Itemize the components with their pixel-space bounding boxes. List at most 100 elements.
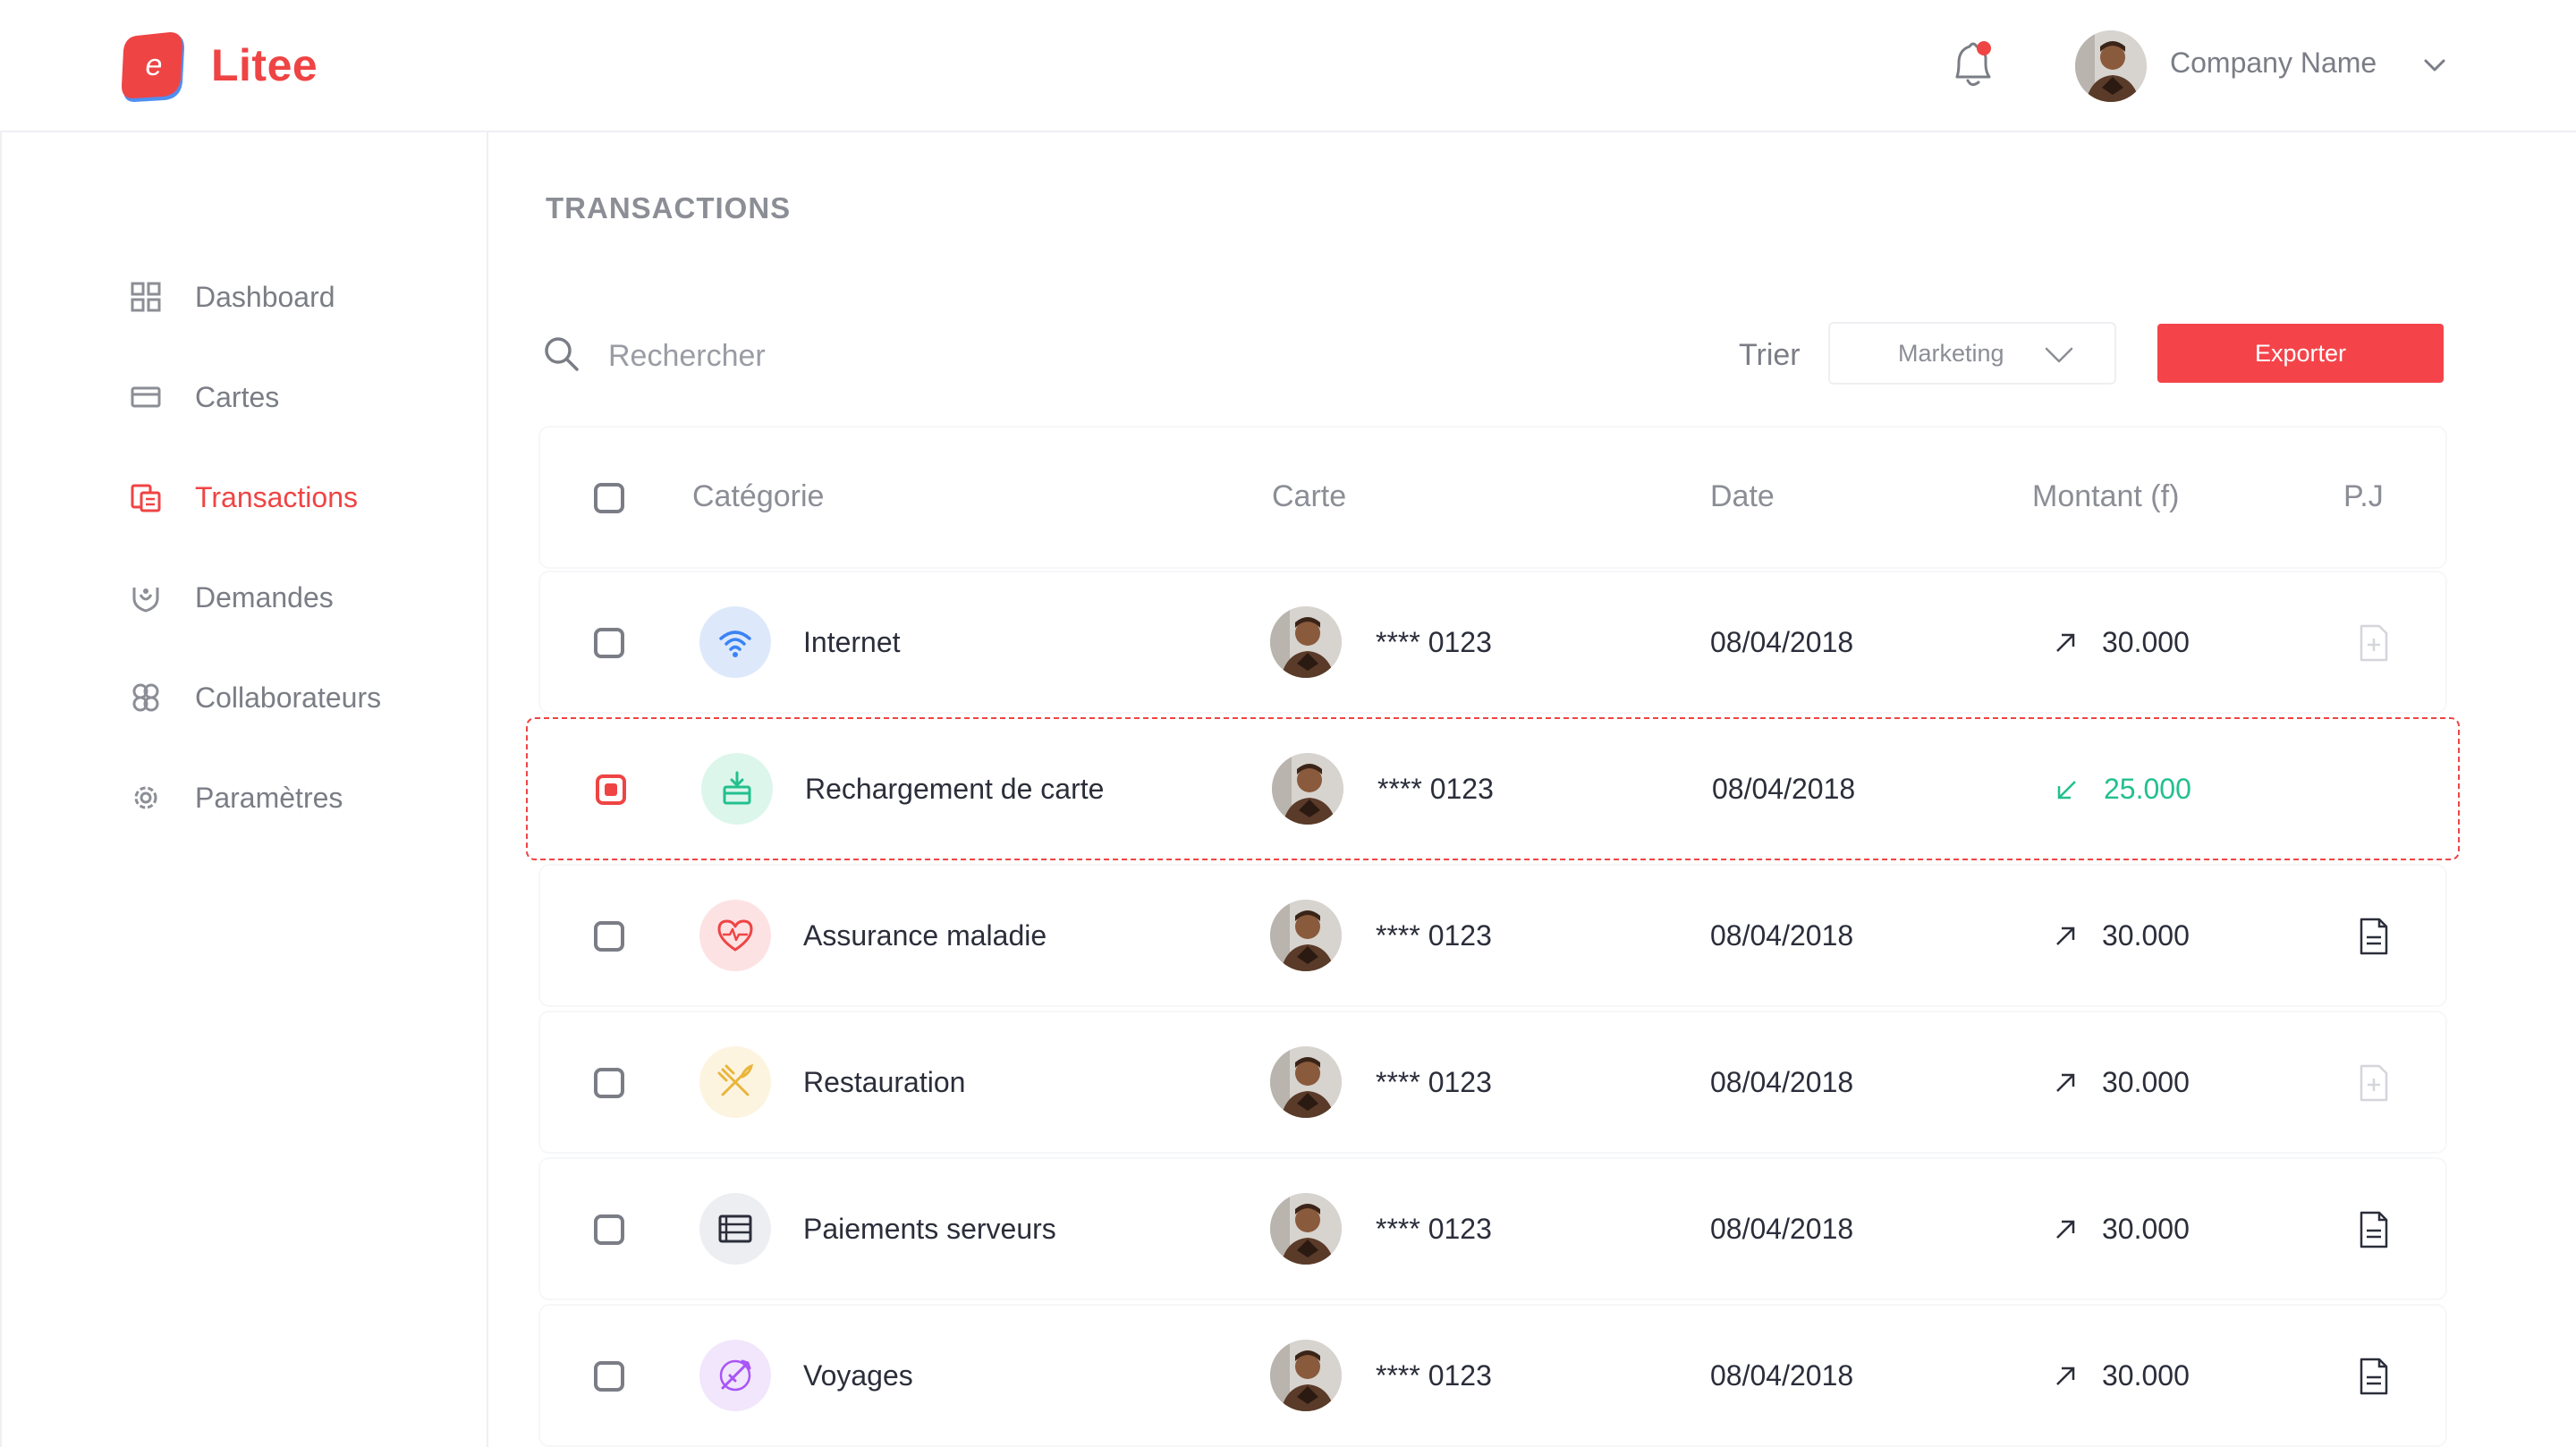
arrow-up-right-icon xyxy=(2056,1073,2075,1092)
card-holder-avatar xyxy=(1272,753,1343,825)
cutlery-icon xyxy=(699,1046,771,1118)
document-icon[interactable] xyxy=(2356,1356,2392,1397)
table-header: Catégorie Carte Date Montant (f) P.J xyxy=(540,427,2445,567)
chevron-down-icon[interactable] xyxy=(2420,52,2449,79)
transaction-date: 08/04/2018 xyxy=(1712,773,1856,805)
chevron-down-icon xyxy=(2045,347,2073,363)
wifi-icon xyxy=(699,606,771,678)
card-number: **** 0123 xyxy=(1376,1066,1492,1098)
card-holder-avatar xyxy=(1270,1046,1342,1118)
arrow-down-left-icon xyxy=(2057,781,2076,800)
amount: 30.000 xyxy=(2102,1066,2190,1098)
transaction-date: 08/04/2018 xyxy=(1710,626,1854,658)
category-label: Rechargement de carte xyxy=(805,773,1105,805)
sidebar-item-label: Paramètres xyxy=(195,781,343,814)
transaction-date: 08/04/2018 xyxy=(1710,1359,1854,1392)
sidebar-item-label: Cartes xyxy=(195,380,280,413)
card-holder-avatar xyxy=(1270,1193,1342,1265)
sidebar-item-label: Demandes xyxy=(195,580,334,613)
team-icon xyxy=(132,683,159,712)
amount: 30.000 xyxy=(2102,1213,2190,1245)
card-number: **** 0123 xyxy=(1376,1359,1492,1392)
sidebar-item-demandes[interactable]: Demandes xyxy=(129,571,334,624)
column-header-card[interactable]: Carte xyxy=(1272,479,1346,514)
card-holder-avatar xyxy=(1270,900,1342,971)
card-number: **** 0123 xyxy=(1376,1213,1492,1245)
document-icon[interactable] xyxy=(2356,1209,2392,1250)
transaction-date: 08/04/2018 xyxy=(1710,1213,1854,1245)
amount: 30.000 xyxy=(2102,919,2190,952)
sidebar-item-parametres[interactable]: Paramètres xyxy=(129,771,343,825)
sidebar-item-dashboard[interactable]: Dashboard xyxy=(129,270,335,324)
heart-pulse-icon xyxy=(699,900,771,971)
company-name[interactable]: Company Name xyxy=(2170,47,2377,80)
sidebar-item-cartes[interactable]: Cartes xyxy=(129,370,279,424)
table-row[interactable]: Paiements serveurs **** 0123 08/04/2018 … xyxy=(540,1159,2445,1299)
user-avatar[interactable] xyxy=(2075,30,2147,102)
amount: 30.000 xyxy=(2102,1359,2190,1392)
arrow-up-right-icon xyxy=(2056,927,2075,945)
card-holder-avatar xyxy=(1270,606,1342,678)
document-icon[interactable] xyxy=(2356,916,2392,957)
sort-select[interactable]: Marketing xyxy=(1828,322,2116,385)
column-header-date[interactable]: Date xyxy=(1710,479,1775,514)
card-number: **** 0123 xyxy=(1377,773,1494,805)
transaction-date: 08/04/2018 xyxy=(1710,919,1854,952)
table-row-selected[interactable]: Rechargement de carte **** 0123 08/04/20… xyxy=(526,717,2460,860)
row-checkbox[interactable] xyxy=(594,628,624,658)
card-number: **** 0123 xyxy=(1376,919,1492,952)
page-title: TRANSACTIONS xyxy=(546,191,792,224)
category-label: Internet xyxy=(803,626,901,658)
dashboard-icon xyxy=(131,282,161,312)
top-bar: e Litee Company Name xyxy=(0,0,2576,132)
brand-name: Litee xyxy=(211,40,318,90)
category-label: Assurance maladie xyxy=(803,919,1047,952)
card-reload-icon xyxy=(701,753,773,825)
requests-icon xyxy=(132,588,159,613)
sidebar-item-label: Dashboard xyxy=(195,280,335,313)
arrow-up-right-icon xyxy=(2056,1220,2075,1239)
settings-icon xyxy=(134,786,157,809)
add-file-icon[interactable] xyxy=(2356,1062,2392,1104)
server-icon xyxy=(699,1193,771,1265)
amount: 30.000 xyxy=(2102,626,2190,658)
row-checkbox[interactable] xyxy=(594,1068,624,1098)
plane-icon xyxy=(699,1340,771,1411)
category-label: Voyages xyxy=(803,1359,913,1392)
select-all-checkbox[interactable] xyxy=(594,483,624,513)
sort-label: Trier xyxy=(1739,338,1801,372)
sidebar-item-collaborateurs[interactable]: Collaborateurs xyxy=(129,671,381,724)
category-label: Restauration xyxy=(803,1066,966,1098)
search-input[interactable] xyxy=(608,333,1109,379)
row-checkbox[interactable] xyxy=(594,1361,624,1392)
sidebar-item-transactions[interactable]: Transactions xyxy=(129,470,358,524)
row-checkbox[interactable] xyxy=(594,1214,624,1245)
add-file-icon[interactable] xyxy=(2356,622,2392,664)
column-header-amount[interactable]: Montant (f) xyxy=(2032,479,2179,514)
sidebar-item-label: Collaborateurs xyxy=(195,681,382,714)
sidebar-item-label: Transactions xyxy=(195,480,358,513)
notification-bell-icon[interactable] xyxy=(1946,36,2000,93)
sidebar: Dashboard Cartes Transactions Demandes C… xyxy=(0,132,488,1447)
search-icon[interactable] xyxy=(542,334,581,374)
card-holder-avatar xyxy=(1270,1340,1342,1411)
category-label: Paiements serveurs xyxy=(803,1213,1056,1245)
column-header-category[interactable]: Catégorie xyxy=(692,479,824,514)
export-button[interactable]: Exporter xyxy=(2157,324,2444,383)
table-row[interactable]: Restauration **** 0123 08/04/2018 30.000 xyxy=(540,1012,2445,1152)
table-row[interactable]: Internet **** 0123 08/04/2018 30.000 xyxy=(540,572,2445,712)
row-checkbox-checked[interactable] xyxy=(596,774,626,805)
table-row[interactable]: Voyages **** 0123 08/04/2018 30.000 xyxy=(540,1306,2445,1445)
card-icon xyxy=(131,386,161,408)
arrow-up-right-icon xyxy=(2056,633,2075,652)
column-header-attachment[interactable]: P.J xyxy=(2343,479,2384,514)
table-row[interactable]: Assurance maladie **** 0123 08/04/2018 3… xyxy=(540,866,2445,1005)
amount: 25.000 xyxy=(2104,773,2191,805)
litee-logo-icon[interactable]: e xyxy=(120,30,188,104)
row-checkbox[interactable] xyxy=(594,921,624,952)
arrow-up-right-icon xyxy=(2056,1367,2075,1385)
card-number: **** 0123 xyxy=(1376,626,1492,658)
transaction-date: 08/04/2018 xyxy=(1710,1066,1854,1098)
svg-text:e: e xyxy=(146,48,163,82)
transactions-icon xyxy=(131,484,161,512)
